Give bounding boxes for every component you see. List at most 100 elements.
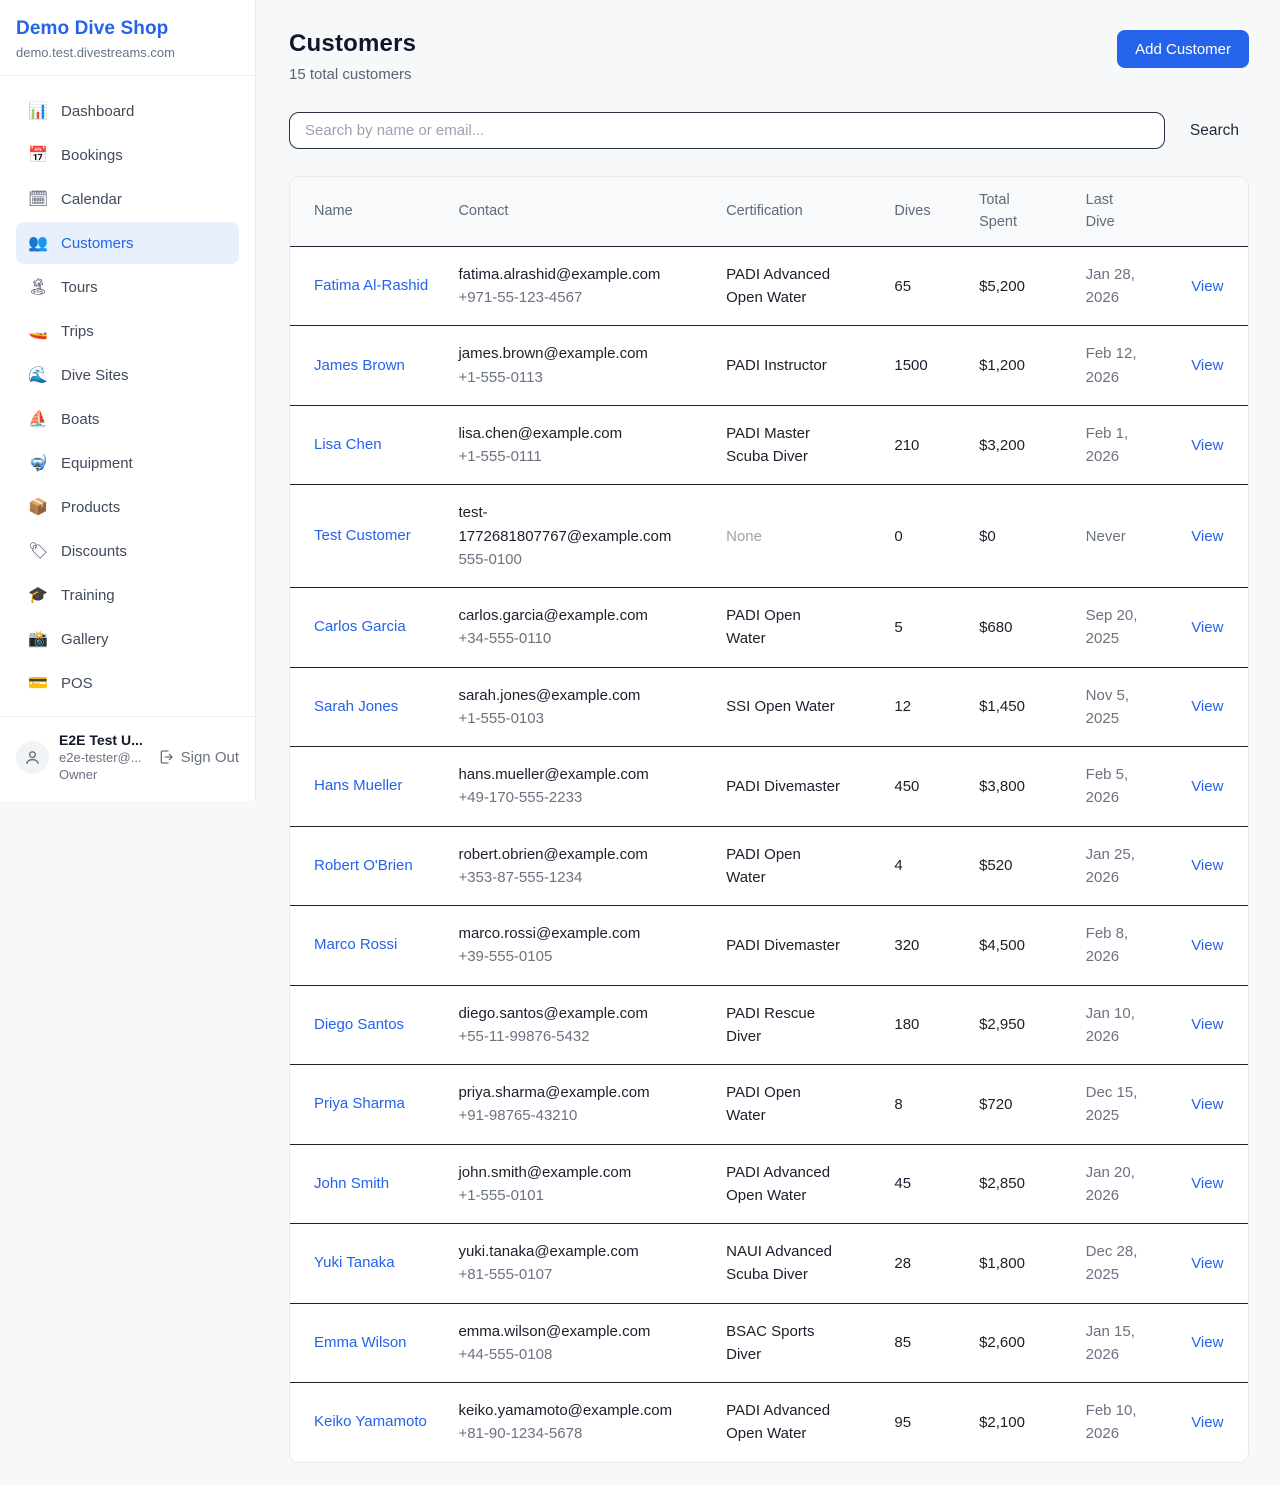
sidebar-item-trips[interactable]: 🚤Trips: [16, 310, 239, 352]
customer-last-dive: Feb 12, 2026: [1086, 342, 1150, 389]
customer-dives: 450: [894, 778, 919, 795]
customers-table-card: NameContactCertificationDivesTotal Spent…: [289, 176, 1249, 1463]
customer-phone: +81-555-0107: [458, 1263, 702, 1286]
customer-name-link[interactable]: Fatima Al-Rashid: [314, 274, 428, 298]
cell-certification: PADI Open Water: [702, 826, 870, 906]
search-input[interactable]: [289, 112, 1165, 149]
view-customer-link[interactable]: View: [1191, 1096, 1223, 1113]
cell-certification: PADI Advanced Open Water: [702, 246, 870, 326]
cell-name: Marco Rossi: [290, 906, 434, 986]
view-customer-link[interactable]: View: [1191, 1414, 1223, 1431]
cell-name: Carlos Garcia: [290, 588, 434, 668]
cell-action: View: [1167, 246, 1248, 326]
table-row: Emma Wilson emma.wilson@example.com+44-55…: [290, 1303, 1248, 1383]
add-customer-button[interactable]: Add Customer: [1117, 30, 1249, 68]
sidebar-item-equipment[interactable]: 🤿Equipment: [16, 442, 239, 484]
sidebar-item-boats[interactable]: ⛵Boats: [16, 398, 239, 440]
customer-name-link[interactable]: Marco Rossi: [314, 933, 397, 957]
customer-name-link[interactable]: Lisa Chen: [314, 433, 382, 457]
table-row: Yuki Tanakayuki.tanaka@example.com+81-55…: [290, 1224, 1248, 1304]
customer-email: emma.wilson@example.com: [458, 1320, 690, 1343]
search-button[interactable]: Search: [1190, 122, 1239, 140]
customer-last-dive: Jan 15, 2026: [1086, 1320, 1150, 1367]
cell-name: Keiko Yamamoto: [290, 1383, 434, 1462]
graduation-cap-icon: 🎓: [28, 585, 48, 605]
sidebar-item-dashboard[interactable]: 📊Dashboard: [16, 90, 239, 132]
sidebar-item-calendar[interactable]: 🗓Calendar: [16, 178, 239, 220]
view-customer-link[interactable]: View: [1191, 619, 1223, 636]
view-customer-link[interactable]: View: [1191, 357, 1223, 374]
sidebar-item-label: Boats: [61, 411, 99, 428]
cell-last-dive: Jan 15, 2026: [1062, 1303, 1168, 1383]
customer-name-link[interactable]: John Smith: [314, 1172, 389, 1196]
cell-certification: PADI Open Water: [702, 1065, 870, 1145]
sidebar-item-dive-sites[interactable]: 🌊Dive Sites: [16, 354, 239, 396]
sign-out-button[interactable]: Sign Out: [158, 749, 239, 766]
cell-contact: fatima.alrashid@example.com+971-55-123-4…: [434, 246, 702, 326]
customer-name-link[interactable]: Test Customer: [314, 524, 411, 548]
customer-name-link[interactable]: Priya Sharma: [314, 1092, 405, 1116]
customer-dives: 95: [894, 1414, 911, 1431]
table-row: Fatima Al-Rashidfatima.alrashid@example.…: [290, 246, 1248, 326]
customer-email: keiko.yamamoto@example.com: [458, 1399, 690, 1422]
customer-phone: +353-87-555-1234: [458, 866, 702, 889]
sidebar-item-label: POS: [61, 675, 93, 692]
view-customer-link[interactable]: View: [1191, 437, 1223, 454]
sidebar-item-label: Dashboard: [61, 103, 134, 120]
sidebar-item-gallery[interactable]: 📸Gallery: [16, 618, 239, 660]
customer-total-spent: $1,800: [979, 1255, 1025, 1272]
cell-dives: 5: [870, 588, 955, 668]
customer-email: marco.rossi@example.com: [458, 922, 690, 945]
customer-name-link[interactable]: Robert O'Brien: [314, 854, 413, 878]
view-customer-link[interactable]: View: [1191, 1255, 1223, 1272]
sidebar-item-customers[interactable]: 👥Customers: [16, 222, 239, 264]
sidebar-item-products[interactable]: 📦Products: [16, 486, 239, 528]
cell-contact: carlos.garcia@example.com+34-555-0110: [434, 588, 702, 668]
customer-last-dive: Jan 25, 2026: [1086, 843, 1150, 890]
view-customer-link[interactable]: View: [1191, 1016, 1223, 1033]
cell-certification: NAUI Advanced Scuba Diver: [702, 1224, 870, 1304]
customer-dives: 65: [894, 278, 911, 295]
customer-name-link[interactable]: Diego Santos: [314, 1013, 404, 1037]
camera-icon: 📸: [28, 629, 48, 649]
view-customer-link[interactable]: View: [1191, 698, 1223, 715]
cell-last-dive: Feb 12, 2026: [1062, 326, 1168, 406]
sidebar-item-training[interactable]: 🎓Training: [16, 574, 239, 616]
customer-dives: 5: [894, 619, 902, 636]
view-customer-link[interactable]: View: [1191, 1175, 1223, 1192]
customer-name-link[interactable]: Carlos Garcia: [314, 615, 406, 639]
cell-dives: 210: [870, 405, 955, 485]
view-customer-link[interactable]: View: [1191, 857, 1223, 874]
customer-name-link[interactable]: Keiko Yamamoto: [314, 1410, 427, 1434]
customer-email: fatima.alrashid@example.com: [458, 263, 690, 286]
sidebar-item-discounts[interactable]: 🏷Discounts: [16, 530, 239, 572]
customer-last-dive: Dec 28, 2025: [1086, 1240, 1150, 1287]
cell-total-spent: $680: [955, 588, 1062, 668]
cell-dives: 8: [870, 1065, 955, 1145]
sidebar-item-bookings[interactable]: 📅Bookings: [16, 134, 239, 176]
main-content: Customers 15 total customers Add Custome…: [256, 0, 1280, 1485]
customer-phone: +44-555-0108: [458, 1343, 702, 1366]
diving-mask-icon: 🤿: [28, 453, 48, 473]
cell-action: View: [1167, 747, 1248, 827]
customer-name-link[interactable]: Emma Wilson: [314, 1331, 407, 1355]
cell-name: Lisa Chen: [290, 405, 434, 485]
shop-domain: demo.test.divestreams.com: [16, 45, 235, 60]
column-header-lastdive: Last Dive: [1062, 177, 1168, 246]
view-customer-link[interactable]: View: [1191, 778, 1223, 795]
view-customer-link[interactable]: View: [1191, 1334, 1223, 1351]
customer-email: robert.obrien@example.com: [458, 843, 690, 866]
customer-name-link[interactable]: Yuki Tanaka: [314, 1251, 395, 1275]
column-header-cert: Certification: [702, 177, 870, 246]
view-customer-link[interactable]: View: [1191, 528, 1223, 545]
customer-name-link[interactable]: Hans Mueller: [314, 774, 402, 798]
sidebar-item-tours[interactable]: 🏝Tours: [16, 266, 239, 308]
customer-name-link[interactable]: James Brown: [314, 354, 405, 378]
view-customer-link[interactable]: View: [1191, 278, 1223, 295]
cell-total-spent: $1,450: [955, 667, 1062, 747]
view-customer-link[interactable]: View: [1191, 937, 1223, 954]
customer-name-link[interactable]: Sarah Jones: [314, 695, 398, 719]
sidebar-item-pos[interactable]: 💳POS: [16, 662, 239, 704]
cell-action: View: [1167, 1144, 1248, 1224]
sidebar-item-label: Products: [61, 499, 120, 516]
